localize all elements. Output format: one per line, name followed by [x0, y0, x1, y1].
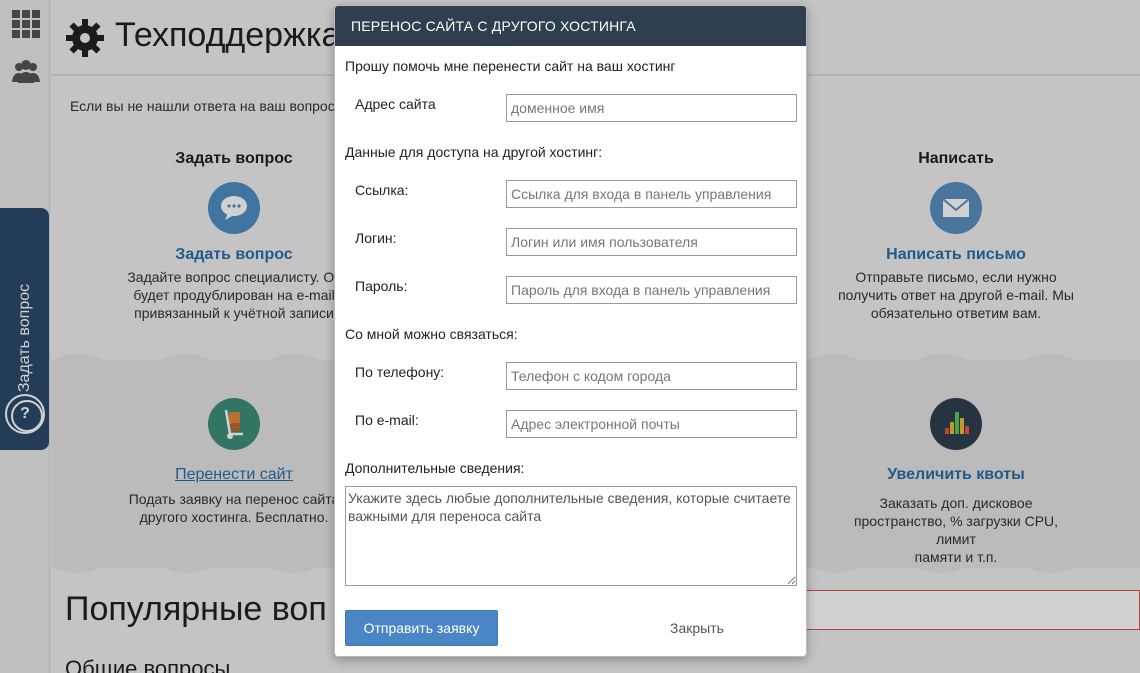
- access-heading: Данные для доступа на другой хостинг:: [345, 144, 603, 160]
- phone-input[interactable]: [506, 362, 797, 390]
- submit-request-button[interactable]: Отправить заявку: [345, 610, 498, 646]
- extra-info-heading: Дополнительные сведения:: [345, 460, 525, 476]
- email-input[interactable]: [506, 410, 797, 438]
- site-address-input[interactable]: [506, 94, 797, 122]
- panel-link-input[interactable]: [506, 180, 797, 208]
- contact-heading: Со мной можно связаться:: [345, 326, 518, 342]
- panel-link-label: Ссылка:: [355, 182, 409, 198]
- modal-intro: Прошу помочь мне перенести сайт на ваш х…: [345, 58, 676, 74]
- phone-label: По телефону:: [355, 364, 445, 380]
- email-label: По e-mail:: [355, 412, 419, 428]
- password-label: Пароль:: [355, 278, 408, 294]
- transfer-site-modal: ПЕРЕНОС САЙТА С ДРУГОГО ХОСТИНГА Прошу п…: [334, 5, 807, 657]
- login-label: Логин:: [355, 230, 397, 246]
- extra-info-textarea[interactable]: [345, 486, 797, 586]
- password-input[interactable]: [506, 276, 797, 304]
- modal-title: ПЕРЕНОС САЙТА С ДРУГОГО ХОСТИНГА: [335, 6, 806, 46]
- login-input[interactable]: [506, 228, 797, 256]
- site-address-label: Адрес сайта: [355, 96, 436, 112]
- close-button[interactable]: Закрыть: [637, 610, 757, 646]
